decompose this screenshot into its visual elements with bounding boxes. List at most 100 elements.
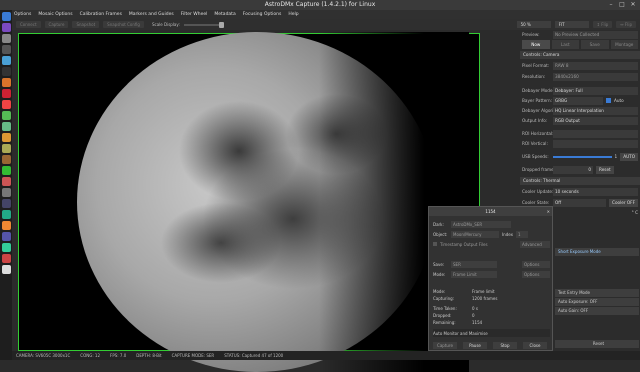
dark-select[interactable]: AstroDMx_SER — [451, 220, 511, 228]
tab-now[interactable]: Now — [522, 40, 550, 49]
auto-checkbox[interactable] — [606, 98, 611, 103]
status-conn: CONG: 12 — [80, 353, 101, 358]
save-format-select[interactable]: SER — [451, 260, 497, 268]
index-input[interactable]: 1 — [516, 230, 529, 238]
dark-label: Dark: — [433, 221, 444, 227]
launcher-icon[interactable] — [1, 100, 11, 109]
horizontal-flip-button[interactable]: ↔ Flip — [616, 21, 636, 28]
cooler-update-select[interactable]: 10 seconds — [553, 187, 638, 196]
launcher-icon[interactable] — [1, 45, 11, 54]
dialog-stop-button[interactable]: Stop — [493, 341, 517, 349]
status-capture-mode: CAPTURE MODE: SER — [171, 353, 215, 358]
launcher-icon[interactable] — [1, 111, 11, 120]
usb-auto-button[interactable]: AUTO — [620, 152, 638, 161]
debayer-mode-select[interactable]: Debayer: Full — [553, 86, 638, 95]
launcher-icon[interactable] — [1, 122, 11, 131]
menu-item-calibration[interactable]: Calibration Frames — [80, 10, 122, 19]
camera-controls-header[interactable]: Controls: Camera — [520, 51, 640, 59]
dialog-close-icon[interactable]: ✕ — [547, 207, 550, 216]
remaining-value: 1154 — [472, 319, 483, 325]
mode-options-button[interactable]: Options — [522, 270, 550, 278]
launcher-icon[interactable] — [1, 34, 11, 43]
roi-horizontal-input[interactable] — [553, 129, 638, 138]
menu-item-focusing[interactable]: Focusing Options — [243, 10, 282, 19]
fit-dropdown[interactable]: FIT — [554, 21, 589, 28]
launcher-icon[interactable] — [1, 133, 11, 142]
capture-button[interactable]: Capture — [44, 21, 69, 28]
minimize-icon[interactable]: – — [607, 1, 615, 9]
close-icon[interactable]: ✕ — [629, 1, 637, 9]
usb-speed-slider[interactable] — [553, 155, 612, 158]
launcher-icon[interactable] — [1, 199, 11, 208]
thermal-controls-header[interactable]: Controls: Thermal — [520, 177, 640, 185]
debayer-algorithm-select[interactable]: HQ Linear Interpolation — [553, 106, 638, 115]
menu-item-help[interactable]: Help — [288, 10, 298, 19]
vertical-flip-button[interactable]: ↕ Flip — [592, 21, 613, 28]
dialog-title: 1154 — [485, 209, 496, 214]
launcher-icon[interactable] — [1, 56, 11, 65]
launcher-icon[interactable] — [1, 243, 11, 252]
tab-save[interactable]: Save — [581, 40, 609, 49]
launcher-icon[interactable] — [1, 12, 11, 21]
tab-montage[interactable]: Montage — [610, 40, 638, 49]
exposure-panel: Short Exposure Mode Test Entry Mode Auto… — [553, 206, 640, 351]
mode-label: Mode: — [433, 271, 446, 277]
preview-canvas[interactable] — [18, 32, 480, 372]
resolution-select[interactable]: 3840x2160 — [553, 72, 638, 81]
tab-last[interactable]: Last — [551, 40, 579, 49]
launcher-icon[interactable] — [1, 144, 11, 153]
auto-monitor-toggle[interactable]: Auto Monitor and Maximise — [433, 331, 488, 336]
snapshot-button[interactable]: Snapshot — [72, 21, 100, 28]
launcher-icon[interactable] — [1, 155, 11, 164]
short-exposure-mode-toggle[interactable]: Short Exposure Mode — [555, 248, 639, 256]
test-entry-mode-toggle[interactable]: Test Entry Mode — [555, 289, 639, 297]
mode-select[interactable]: Frame Limit — [451, 270, 497, 278]
launcher-icon[interactable] — [1, 67, 11, 76]
capturing-label: Capturing: — [433, 295, 455, 301]
launcher-icon[interactable] — [1, 23, 11, 32]
advanced-button[interactable]: Advanced — [520, 240, 550, 248]
launcher-icon[interactable] — [1, 166, 11, 175]
launcher-icon[interactable] — [1, 232, 11, 241]
timestamp-checkbox[interactable] — [433, 242, 437, 246]
scale-display-slider[interactable] — [183, 21, 224, 28]
dropped-frames-label: Dropped frames: — [522, 167, 558, 172]
auto-gain-button[interactable]: Auto Gain: OFF — [555, 307, 639, 315]
preview-tabs: Now Last Save Montage — [522, 40, 638, 49]
roi-vertical-input[interactable] — [553, 139, 638, 148]
dialog-close-button[interactable]: Close — [523, 341, 547, 349]
maximize-icon[interactable]: □ — [618, 1, 626, 9]
snapshot-config-button[interactable]: Snapshot Config — [103, 21, 144, 28]
launcher-icon[interactable] — [1, 265, 11, 274]
launcher-icon[interactable] — [1, 221, 11, 230]
bayer-pattern-select[interactable]: GRBG — [553, 96, 603, 105]
bayer-pattern-label: Bayer Pattern: — [522, 98, 553, 103]
reset-controls-button[interactable]: Reset — [555, 340, 639, 348]
launcher-icon[interactable] — [1, 210, 11, 219]
save-options-button[interactable]: Options — [522, 260, 550, 268]
object-input[interactable]: Moon/Mercury — [451, 230, 499, 238]
dialog-pause-button[interactable]: Pause — [463, 341, 487, 349]
app-launcher — [0, 10, 12, 360]
launcher-icon[interactable] — [1, 177, 11, 186]
capture-dialog: 1154 ✕ Dark: AstroDMx_SER Object: Moon/Merc… — [428, 206, 553, 351]
pixel-format-select[interactable]: RAW 8 — [553, 61, 638, 70]
auto-exposure-button[interactable]: Auto Exposure: OFF — [555, 298, 639, 306]
connect-button[interactable]: Connect — [16, 21, 41, 28]
status-progress: STATUS: Captured 47 of 1200 — [224, 353, 284, 358]
menu-item-markers[interactable]: Markers and Guides — [129, 10, 174, 19]
time-taken-value: 0 s — [472, 305, 478, 311]
dialog-capture-button[interactable]: Capture — [433, 341, 457, 349]
menu-item-options[interactable]: Options — [14, 10, 31, 19]
menu-item-filter-wheel[interactable]: Filter Wheel — [181, 10, 208, 19]
launcher-icon[interactable] — [1, 254, 11, 263]
launcher-icon[interactable] — [1, 89, 11, 98]
reset-dropped-button[interactable]: Reset — [596, 165, 614, 174]
menu-item-metadata[interactable]: Metadata — [214, 10, 235, 19]
capturing-value: 1200 frames — [472, 295, 498, 301]
zoom-dropdown[interactable]: 50 % — [516, 21, 551, 28]
launcher-icon[interactable] — [1, 188, 11, 197]
preview-select[interactable]: No Preview Collected — [553, 30, 638, 39]
menu-item-mosaic[interactable]: Mosaic Options — [38, 10, 72, 19]
launcher-icon[interactable] — [1, 78, 11, 87]
